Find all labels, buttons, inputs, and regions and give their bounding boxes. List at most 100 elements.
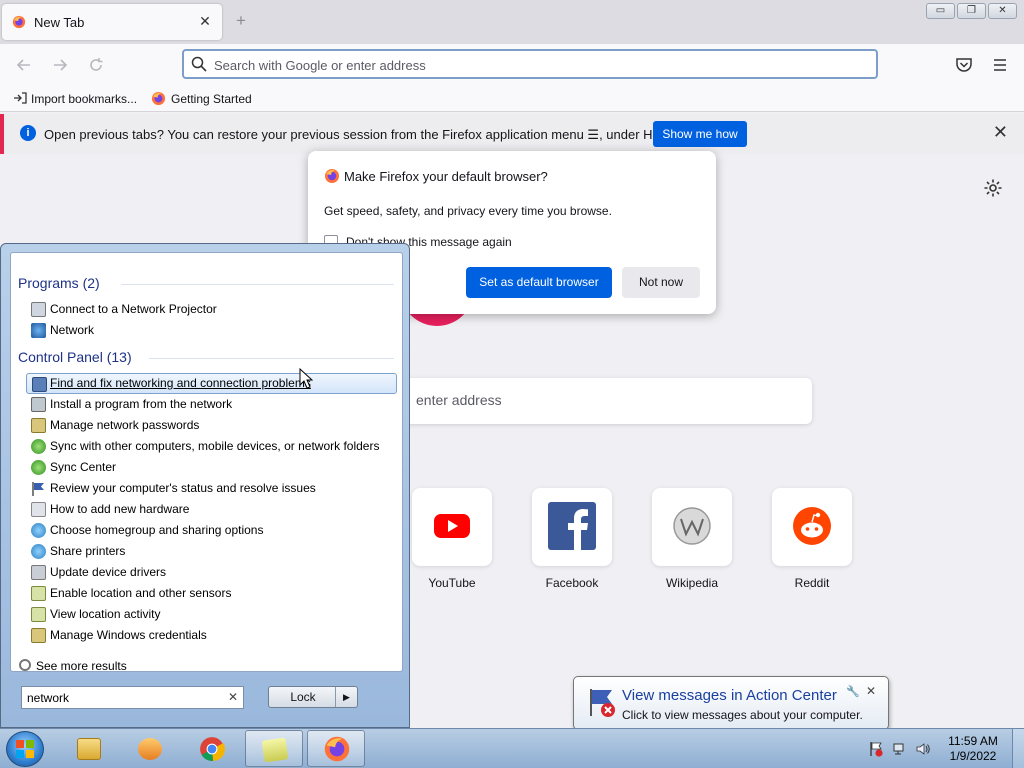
reload-button[interactable]	[85, 54, 107, 76]
info-icon: i	[20, 125, 36, 141]
install-icon	[31, 397, 46, 412]
action-center-flag-icon	[590, 689, 615, 717]
address-bar[interactable]	[182, 49, 878, 79]
tab-close-button[interactable]: ✕	[196, 12, 214, 30]
credentials-icon	[31, 418, 46, 433]
result-view-location-activity[interactable]: View location activity	[26, 604, 397, 625]
group-header-programs[interactable]: Programs (2)	[18, 275, 100, 291]
forward-button[interactable]	[49, 54, 71, 76]
divider	[149, 358, 394, 359]
lock-button[interactable]: Lock ▶	[268, 686, 358, 708]
top-site-youtube[interactable]: YouTube	[412, 488, 492, 590]
network-icon	[893, 743, 904, 755]
sensor-icon	[31, 607, 46, 622]
result-enable-location-sensors[interactable]: Enable location and other sensors	[26, 583, 397, 604]
group-header-control-panel[interactable]: Control Panel (13)	[18, 349, 132, 365]
show-me-how-button[interactable]: Show me how	[653, 121, 747, 147]
address-input[interactable]	[214, 55, 854, 75]
result-sync-center[interactable]: Sync Center	[26, 457, 397, 478]
result-label: How to add new hardware	[50, 502, 190, 516]
search-results-pane: Programs (2) Connect to a Network Projec…	[10, 252, 403, 673]
result-label: Sync Center	[50, 460, 117, 474]
bookmark-getting-started[interactable]: Getting Started	[151, 90, 252, 108]
volume-tray-icon[interactable]	[915, 741, 931, 757]
taskbar-firefox[interactable]	[307, 730, 365, 767]
top-site-facebook[interactable]: Facebook	[532, 488, 612, 590]
firefox-icon	[12, 15, 26, 29]
not-now-button[interactable]: Not now	[622, 267, 700, 298]
action-center-balloon[interactable]: View messages in Action Center Click to …	[573, 676, 889, 741]
forward-arrow-icon	[54, 59, 68, 71]
show-desktop-button[interactable]	[1012, 729, 1024, 768]
taskbar-sticky-notes[interactable]	[245, 730, 303, 767]
gear-icon[interactable]	[983, 178, 1003, 198]
wikipedia-icon	[673, 507, 711, 545]
minimize-button[interactable]: ▭	[926, 3, 955, 19]
set-default-button[interactable]: Set as default browser	[466, 267, 612, 298]
result-share-printers[interactable]: Share printers	[26, 541, 397, 562]
result-find-fix-networking[interactable]: Find and fix networking and connection p…	[26, 373, 397, 394]
result-connect-network-projector[interactable]: Connect to a Network Projector	[26, 299, 397, 320]
see-more-results-link[interactable]: See more results	[19, 659, 127, 673]
infobar-message: Open previous tabs? You can restore your…	[44, 127, 687, 142]
top-site-tile	[532, 488, 612, 566]
shutdown-options-arrow-icon[interactable]: ▶	[335, 687, 357, 707]
new-tab-button[interactable]: +	[236, 12, 246, 30]
infobar-close-button[interactable]: ✕	[993, 122, 1008, 142]
taskbar-explorer[interactable]	[60, 730, 118, 767]
start-button[interactable]	[6, 731, 44, 767]
session-restore-infobar: i Open previous tabs? You can restore yo…	[0, 114, 1024, 154]
hamburger-menu-icon[interactable]	[989, 54, 1011, 76]
top-site-wikipedia[interactable]: Wikipedia	[652, 488, 732, 590]
result-install-program-network[interactable]: Install a program from the network	[26, 394, 397, 415]
pocket-icon[interactable]	[953, 54, 975, 76]
start-search-box[interactable]: ✕	[21, 686, 244, 709]
back-button[interactable]	[13, 54, 35, 76]
start-search-input[interactable]	[27, 690, 217, 706]
bookmark-import[interactable]: Import bookmarks...	[13, 90, 137, 108]
result-add-new-hardware[interactable]: How to add new hardware	[26, 499, 397, 520]
tab-new-tab[interactable]: New Tab ✕	[2, 4, 222, 40]
restore-button[interactable]: ❐	[957, 3, 986, 19]
dialog-subtitle: Get speed, safety, and privacy every tim…	[324, 204, 612, 218]
import-icon	[14, 92, 27, 104]
sticky-notes-icon	[261, 737, 289, 763]
top-site-label: Reddit	[794, 576, 830, 590]
balloon-close-button[interactable]: ✕	[866, 684, 876, 698]
result-update-device-drivers[interactable]: Update device drivers	[26, 562, 397, 583]
newtab-search-box[interactable]: enter address	[392, 378, 812, 424]
top-site-tile	[652, 488, 732, 566]
action-center-flag-icon[interactable]	[868, 741, 884, 757]
taskbar-clock[interactable]: 11:59 AM 1/9/2022	[940, 734, 1006, 764]
search-icon	[191, 56, 207, 72]
clear-search-icon[interactable]: ✕	[228, 690, 238, 704]
taskbar-chrome[interactable]	[183, 730, 241, 767]
close-window-button[interactable]: ✕	[988, 3, 1017, 19]
result-network[interactable]: Network	[26, 320, 397, 341]
tray-flag-icon	[870, 742, 883, 757]
result-manage-network-passwords[interactable]: Manage network passwords	[26, 415, 397, 436]
top-site-tile	[772, 488, 852, 566]
result-review-computer-status[interactable]: Review your computer's status and resolv…	[26, 478, 397, 499]
result-label: Choose homegroup and sharing options	[50, 523, 264, 537]
network-tray-icon[interactable]	[892, 741, 908, 757]
network-icon	[31, 323, 46, 338]
result-sync-other-computers[interactable]: Sync with other computers, mobile device…	[26, 436, 397, 457]
result-manage-windows-credentials[interactable]: Manage Windows credentials	[26, 625, 397, 646]
result-homegroup-sharing[interactable]: Choose homegroup and sharing options	[26, 520, 397, 541]
top-site-label: Facebook	[545, 576, 599, 590]
top-site-reddit[interactable]: Reddit	[772, 488, 852, 590]
folder-icon	[77, 738, 101, 760]
wrench-icon[interactable]: 🔧	[846, 685, 860, 698]
lock-label: Lock	[290, 690, 316, 704]
bookmark-label: Getting Started	[171, 92, 252, 106]
firefox-icon	[325, 169, 339, 183]
bookmark-label: Import bookmarks...	[31, 92, 138, 106]
result-label: Manage network passwords	[50, 418, 200, 432]
result-label: View location activity	[50, 607, 161, 621]
taskbar-media-player[interactable]	[121, 730, 179, 767]
sync-icon	[31, 439, 46, 454]
youtube-icon	[434, 514, 470, 538]
homegroup-icon	[31, 523, 46, 538]
result-label: Update device drivers	[50, 565, 167, 579]
